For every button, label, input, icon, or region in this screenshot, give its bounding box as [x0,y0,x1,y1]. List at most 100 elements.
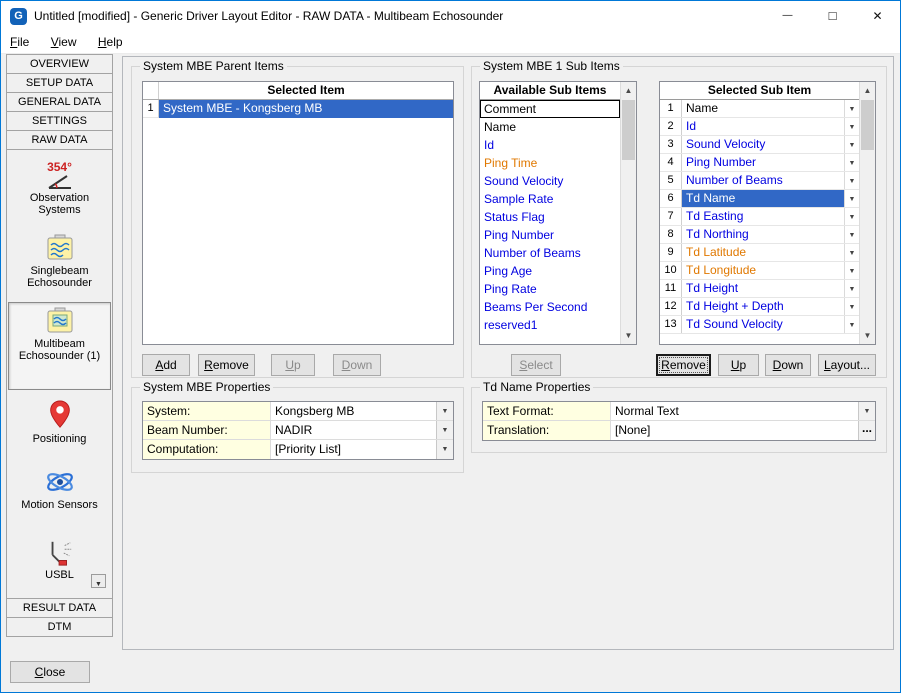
list-item[interactable]: Ping Number [480,226,620,244]
sub-item-value[interactable]: Number of Beams [682,172,844,189]
chevron-down-icon[interactable] [844,136,859,153]
list-item[interactable]: Ping Rate [480,280,620,298]
list-item[interactable]: Sound Velocity [480,172,620,190]
sidebar-item-result-data[interactable]: RESULT DATA [6,598,113,618]
up-button[interactable]: Up [271,354,315,376]
parent-items-table[interactable]: Selected Item 1 System MBE - Kongsberg M… [142,81,454,345]
sidebar-item-multibeam-echosounder[interactable]: Multibeam Echosounder (1) [8,302,111,390]
remove-button[interactable]: Remove [198,354,255,376]
chevron-down-icon[interactable] [844,172,859,189]
scroll-down-arrow-icon[interactable] [621,327,636,344]
remove-sub-item-button[interactable]: Remove [656,354,711,376]
chevron-down-icon[interactable] [844,118,859,135]
chevron-down-icon[interactable] [858,402,875,420]
table-row[interactable]: 13 Td Sound Velocity [660,316,859,334]
select-button[interactable]: Select [511,354,561,376]
sidebar-item-positioning[interactable]: Positioning [8,396,111,462]
sub-item-value[interactable]: Td Sound Velocity [682,316,844,333]
table-row-selected[interactable]: 6 Td Name [660,190,859,208]
sidebar-item-observation-systems[interactable]: 354° Observation Systems [8,158,111,222]
parent-item-value[interactable]: System MBE - Kongsberg MB [159,100,453,118]
list-item[interactable]: Id [480,136,620,154]
scrollbar-thumb[interactable] [622,100,635,160]
sidebar-item-overview[interactable]: OVERVIEW [6,54,113,74]
chevron-down-icon[interactable] [436,440,453,459]
chevron-down-icon[interactable] [844,298,859,315]
text-format-value[interactable]: Normal Text [611,402,858,420]
sidebar-item-raw-data[interactable]: RAW DATA [6,130,113,150]
table-row[interactable]: 4 Ping Number [660,154,859,172]
table-row[interactable]: 8 Td Northing [660,226,859,244]
list-item[interactable]: Name [480,118,620,136]
table-row[interactable]: 1 System MBE - Kongsberg MB [143,100,453,118]
list-item[interactable]: Number of Beams [480,244,620,262]
list-item[interactable]: Status Flag [480,208,620,226]
sub-item-value[interactable]: Id [682,118,844,135]
chevron-down-icon[interactable] [844,280,859,297]
sub-item-value[interactable]: Td Height + Depth [682,298,844,315]
menu-file[interactable]: File [1,31,38,53]
scrollbar-thumb[interactable] [861,100,874,150]
sub-item-value[interactable]: Td Latitude [682,244,844,261]
system-value[interactable]: Kongsberg MB [271,402,436,420]
close-window-button[interactable] [855,1,900,31]
scroll-down-arrow-icon[interactable] [860,327,875,344]
table-row[interactable]: 10 Td Longitude [660,262,859,280]
chevron-down-icon[interactable] [844,316,859,333]
scroll-up-arrow-icon[interactable] [860,82,875,99]
chevron-down-icon[interactable] [436,421,453,439]
ellipsis-button[interactable]: ... [858,421,875,440]
title-bar[interactable]: G Untitled [modified] - Generic Driver L… [1,1,900,31]
beam-number-value[interactable]: NADIR [271,421,436,439]
sub-item-value[interactable]: Td Northing [682,226,844,243]
table-row[interactable]: 9 Td Latitude [660,244,859,262]
sidebar-item-settings[interactable]: SETTINGS [6,111,113,131]
menu-help[interactable]: Help [89,31,132,53]
scrollbar[interactable] [620,82,636,344]
list-item[interactable]: Sample Rate [480,190,620,208]
scrollbar[interactable] [859,82,875,344]
list-item[interactable]: Ping Age [480,262,620,280]
chevron-down-icon[interactable] [844,262,859,279]
sidebar-item-dtm[interactable]: DTM [6,617,113,637]
sub-item-value[interactable]: Td Name [682,190,844,207]
sub-item-value[interactable]: Td Height [682,280,844,297]
table-row[interactable]: 2 Id [660,118,859,136]
list-item[interactable]: Comment [480,100,620,118]
table-row[interactable]: 12 Td Height + Depth [660,298,859,316]
sub-item-value[interactable]: Td Longitude [682,262,844,279]
chevron-down-icon[interactable] [844,190,859,207]
layout-button[interactable]: Layout... [818,354,876,376]
sidebar-item-setup-data[interactable]: SETUP DATA [6,73,113,93]
table-row[interactable]: 7 Td Easting [660,208,859,226]
table-row[interactable]: 1 Name [660,100,859,118]
available-sub-items-list[interactable]: Available Sub Items Comment Name Id Ping… [479,81,637,345]
close-button[interactable]: Close [10,661,90,683]
scroll-up-arrow-icon[interactable] [621,82,636,99]
table-row[interactable]: 3 Sound Velocity [660,136,859,154]
sidebar-item-general-data[interactable]: GENERAL DATA [6,92,113,112]
chevron-down-icon[interactable] [844,226,859,243]
down-button[interactable]: Down [333,354,381,376]
selected-sub-items-table[interactable]: Selected Sub Item 1 Name 2 Id 3 Sound Ve… [659,81,876,345]
sub-item-value[interactable]: Name [682,100,844,117]
translation-value[interactable]: [None] [611,421,858,440]
down-sub-item-button[interactable]: Down [765,354,811,376]
menu-view[interactable]: View [42,31,86,53]
sidebar-item-singlebeam-echosounder[interactable]: Singlebeam Echosounder [8,230,111,300]
chevron-down-icon[interactable] [844,208,859,225]
list-item[interactable]: Ping Time [480,154,620,172]
more-systems-button[interactable] [91,574,106,588]
add-button[interactable]: Add [142,354,190,376]
sub-item-value[interactable]: Td Easting [682,208,844,225]
chevron-down-icon[interactable] [844,244,859,261]
sub-item-value[interactable]: Ping Number [682,154,844,171]
up-sub-item-button[interactable]: Up [718,354,759,376]
table-row[interactable]: 11 Td Height [660,280,859,298]
chevron-down-icon[interactable] [844,100,859,117]
list-item[interactable]: Beams Per Second [480,298,620,316]
chevron-down-icon[interactable] [436,402,453,420]
sidebar-item-motion-sensors[interactable]: Motion Sensors [8,464,111,532]
computation-value[interactable]: [Priority List] [271,440,436,459]
maximize-button[interactable] [810,1,855,31]
